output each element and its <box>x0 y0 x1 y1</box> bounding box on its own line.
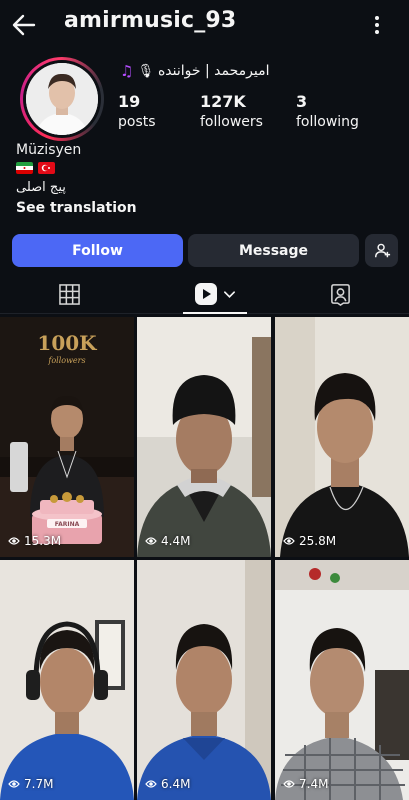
reel-tile[interactable]: 25.8M <box>275 317 409 557</box>
eye-icon <box>283 780 295 788</box>
reel-tile[interactable]: 7.4M <box>275 560 409 800</box>
stat-posts[interactable]: 19 posts <box>118 92 208 130</box>
bio-text: پیج اصلی <box>16 180 66 195</box>
view-count-text: 25.8M <box>299 534 337 548</box>
reel-tile[interactable]: 100K followers FARINA 15.3M <box>0 317 134 557</box>
top-bar: amirmusic_93 <box>0 0 409 50</box>
suggested-accounts-button[interactable] <box>365 234 398 267</box>
reel-tile[interactable]: 4.4M <box>137 317 271 557</box>
view-count-text: 4.4M <box>161 534 191 548</box>
cake-badge-text: 100K <box>37 331 97 355</box>
back-arrow-icon[interactable] <box>10 11 38 39</box>
reel-thumbnail <box>0 560 134 800</box>
stat-followers[interactable]: 127K followers <box>200 92 304 130</box>
tab-posts[interactable] <box>57 280 81 308</box>
follow-button[interactable]: Follow <box>12 234 183 267</box>
stat-value: 127K <box>200 92 246 111</box>
eye-icon <box>8 537 20 545</box>
iran-flag-icon <box>16 162 33 174</box>
view-count: 15.3M <box>8 534 61 548</box>
view-count: 25.8M <box>283 534 336 548</box>
stat-label: followers <box>200 114 263 130</box>
microphone-icon: 🎙 <box>137 63 154 79</box>
view-count: 6.4M <box>145 777 190 791</box>
profile-stats: 19 posts 127K followers 3 following <box>118 92 386 130</box>
view-count-text: 6.4M <box>161 777 191 791</box>
reel-thumbnail: 100K followers FARINA <box>0 317 134 557</box>
tagged-person-icon <box>330 283 350 306</box>
stat-value: 19 <box>118 92 141 111</box>
reel-thumbnail <box>137 560 271 800</box>
eye-icon <box>8 780 20 788</box>
eye-icon <box>283 537 295 545</box>
view-count-text: 7.4M <box>299 777 329 791</box>
view-count-text: 15.3M <box>24 534 62 548</box>
avatar <box>26 63 98 135</box>
grid-icon <box>58 283 80 305</box>
stat-label: posts <box>118 114 156 130</box>
active-tab-indicator <box>183 312 247 314</box>
display-name-text: امیرمحمد | خواننده <box>157 63 270 79</box>
chevron-down-icon <box>224 290 235 298</box>
reel-thumbnail <box>275 317 409 557</box>
reel-thumbnail <box>137 317 271 557</box>
add-person-icon <box>374 243 390 257</box>
view-count: 7.4M <box>283 777 328 791</box>
view-count: 4.4M <box>145 534 190 548</box>
see-translation-link[interactable]: See translation <box>16 200 137 216</box>
more-options-icon[interactable] <box>367 14 387 36</box>
eye-icon <box>145 780 157 788</box>
view-count: 7.7M <box>8 777 53 791</box>
profile-category: Müzisyen <box>16 142 82 158</box>
profile-tabs <box>0 274 409 314</box>
bio-flags <box>16 162 55 174</box>
reels-icon <box>195 283 217 305</box>
reel-thumbnail <box>275 560 409 800</box>
turkey-flag-icon <box>38 162 55 174</box>
profile-display-name: امیرمحمد | خواننده 🎙 ♫ <box>120 62 269 80</box>
reel-tile[interactable]: 6.4M <box>137 560 271 800</box>
cake-name-text: FARINA <box>55 521 80 528</box>
stat-following[interactable]: 3 following <box>296 92 386 130</box>
view-count-text: 7.7M <box>24 777 54 791</box>
story-ring[interactable] <box>20 57 104 141</box>
tab-reels[interactable] <box>193 280 237 308</box>
reels-grid: 100K followers FARINA 15.3M 4.4M 25.8M 7… <box>0 317 409 800</box>
message-button[interactable]: Message <box>188 234 359 267</box>
reel-tile[interactable]: 7.7M <box>0 560 134 800</box>
profile-username: amirmusic_93 <box>64 8 237 33</box>
eye-icon <box>145 537 157 545</box>
stat-value: 3 <box>296 92 308 111</box>
cake-badge-subtext: followers <box>47 356 85 365</box>
tab-tagged[interactable] <box>328 280 352 308</box>
stat-label: following <box>296 114 359 130</box>
music-note-icon: ♫ <box>120 62 134 80</box>
